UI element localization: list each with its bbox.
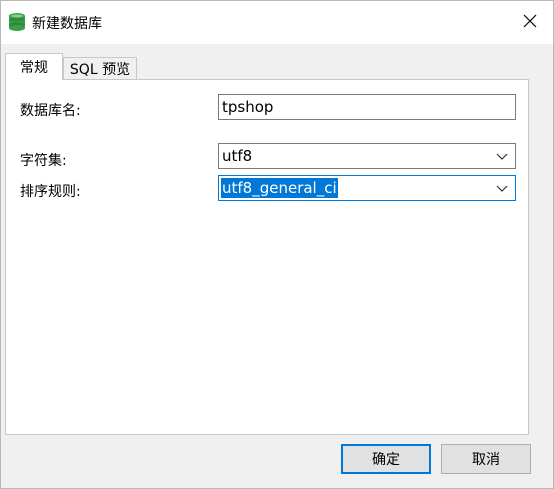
collation-select[interactable]: utf8_general_ci bbox=[218, 175, 516, 201]
dialog-window: 新建数据库 常规 SQL 预览 数据库名: tpshop 字符集: utf8 排… bbox=[0, 0, 554, 489]
chevron-down-icon bbox=[495, 149, 509, 163]
charset-label: 字符集: bbox=[20, 153, 67, 169]
charset-value: utf8 bbox=[222, 147, 253, 165]
close-icon bbox=[523, 14, 537, 32]
charset-select[interactable]: utf8 bbox=[218, 143, 516, 169]
db-name-value: tpshop bbox=[222, 98, 274, 116]
tab-general[interactable]: 常规 bbox=[5, 53, 63, 80]
collation-label: 排序规则: bbox=[20, 184, 81, 200]
collation-value: utf8_general_ci bbox=[221, 178, 338, 198]
window-title: 新建数据库 bbox=[32, 16, 102, 32]
database-icon bbox=[8, 12, 26, 32]
general-panel: 数据库名: tpshop 字符集: utf8 排序规则: utf8_genera… bbox=[5, 79, 529, 435]
cancel-button[interactable]: 取消 bbox=[441, 444, 531, 474]
tab-sql-preview[interactable]: SQL 预览 bbox=[63, 57, 137, 80]
db-name-label: 数据库名: bbox=[20, 103, 81, 119]
ok-button[interactable]: 确定 bbox=[341, 444, 431, 474]
chevron-down-icon bbox=[495, 181, 509, 195]
title-bar[interactable]: 新建数据库 bbox=[1, 1, 553, 44]
db-name-input[interactable]: tpshop bbox=[218, 94, 516, 120]
close-button[interactable] bbox=[507, 1, 553, 44]
